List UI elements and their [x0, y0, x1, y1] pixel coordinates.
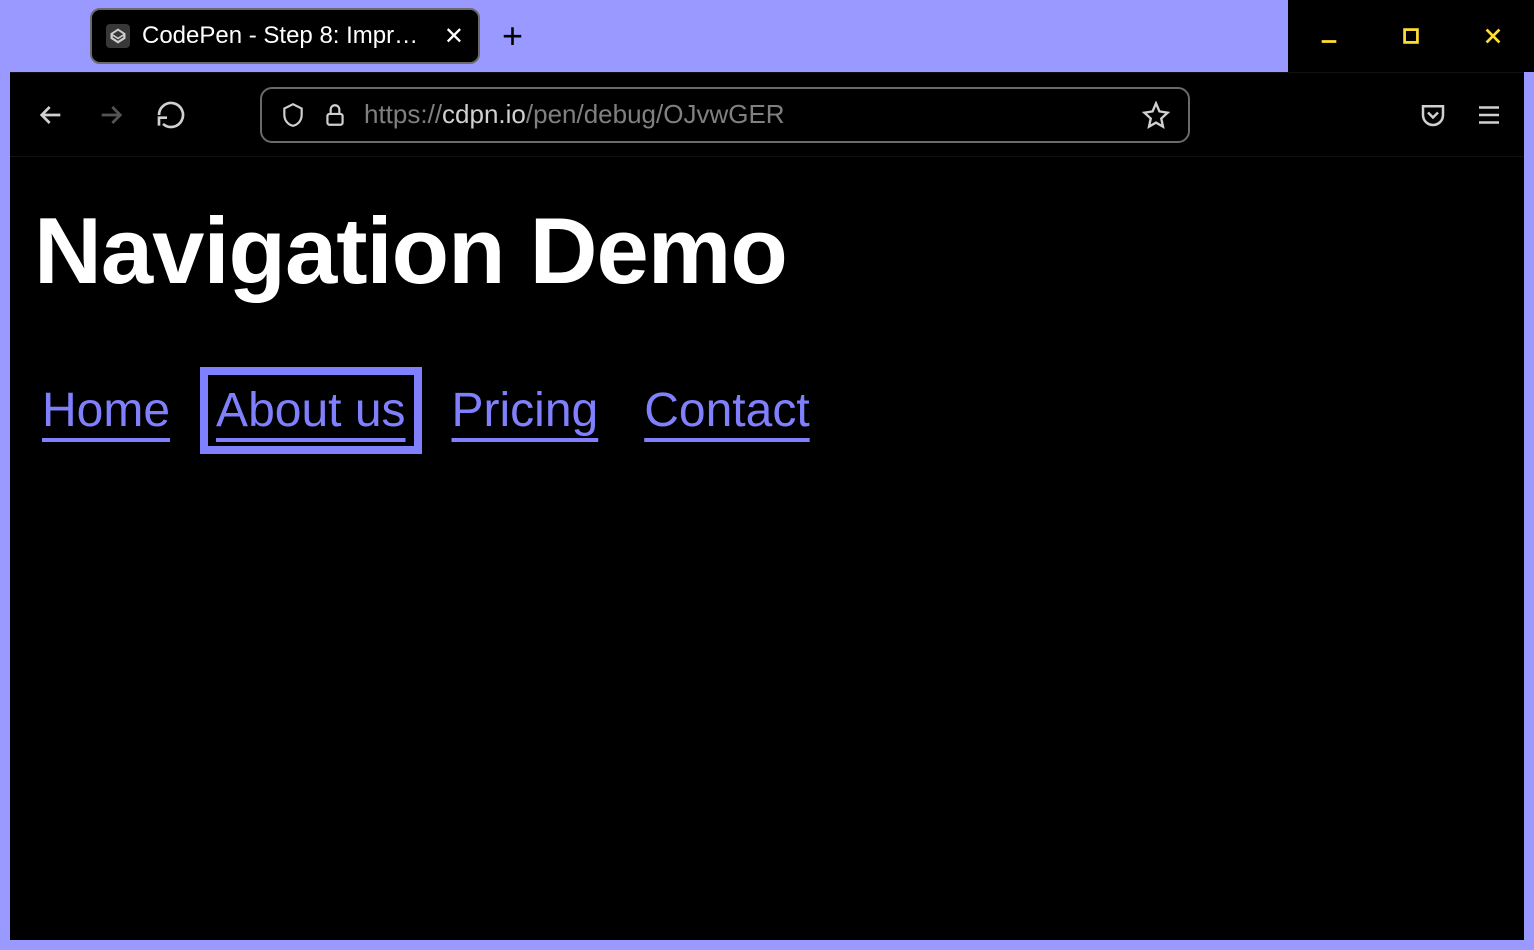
url-protocol: https://	[364, 99, 442, 129]
page-heading: Navigation Demo	[34, 197, 1500, 305]
nav-link-home[interactable]: Home	[34, 375, 178, 446]
minimize-button[interactable]	[1288, 0, 1370, 72]
url-text: https://cdpn.io/pen/debug/OJvwGER	[364, 99, 1126, 130]
titlebar: CodePen - Step 8: Improve focu ✕ +	[0, 0, 1534, 72]
close-icon[interactable]: ✕	[440, 22, 468, 51]
nav-link-about-us[interactable]: About us	[208, 375, 413, 446]
codepen-icon	[106, 24, 130, 48]
toolbar-right-icons	[1418, 100, 1504, 130]
url-domain: cdpn.io	[442, 99, 526, 129]
browser-tab[interactable]: CodePen - Step 8: Improve focu ✕	[90, 8, 480, 64]
nav-link-pricing[interactable]: Pricing	[444, 375, 607, 446]
shield-icon	[280, 102, 306, 128]
bookmark-star-icon[interactable]	[1142, 101, 1170, 129]
nav-link-contact[interactable]: Contact	[636, 375, 817, 446]
hamburger-menu-icon[interactable]	[1474, 100, 1504, 130]
close-window-button[interactable]	[1452, 0, 1534, 72]
new-tab-button[interactable]: +	[492, 8, 533, 64]
lock-icon	[322, 102, 348, 128]
toolbar: https://cdpn.io/pen/debug/OJvwGER	[10, 72, 1524, 157]
tab-title: CodePen - Step 8: Improve focu	[142, 22, 428, 50]
page-content: Navigation Demo Home About us Pricing Co…	[10, 157, 1524, 940]
tabs-area: CodePen - Step 8: Improve focu ✕ +	[0, 0, 1288, 64]
reload-button[interactable]	[150, 94, 192, 136]
pocket-icon[interactable]	[1418, 100, 1448, 130]
nav-links: Home About us Pricing Contact	[34, 375, 1500, 446]
address-bar[interactable]: https://cdpn.io/pen/debug/OJvwGER	[260, 87, 1190, 143]
browser-window: CodePen - Step 8: Improve focu ✕ +	[0, 0, 1534, 950]
maximize-button[interactable]	[1370, 0, 1452, 72]
back-button[interactable]	[30, 94, 72, 136]
window-controls	[1288, 0, 1534, 72]
forward-button[interactable]	[90, 94, 132, 136]
url-path: /pen/debug/OJvwGER	[526, 99, 785, 129]
